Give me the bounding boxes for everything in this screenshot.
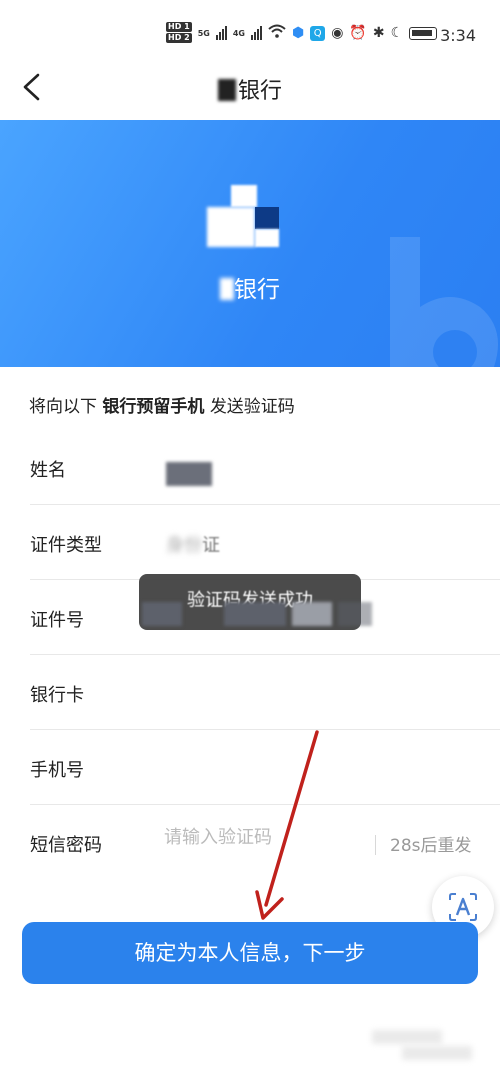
phone-row: 手机号 (30, 730, 500, 805)
id-type-value-text: 证 (202, 535, 220, 556)
wifi-icon (268, 24, 286, 42)
name-row: 姓名 (30, 430, 500, 505)
page-title: 银行 (0, 73, 500, 105)
app-notification-icon: Q (310, 25, 326, 41)
intro-suffix: 发送验证码 (209, 397, 295, 417)
footer-redacted (372, 1026, 472, 1066)
bluetooth-icon: ✱ (372, 25, 385, 41)
id-type-row: 证件类型 身份证 (30, 505, 500, 580)
bank-watermark-icon (390, 237, 498, 367)
confirm-next-button[interactable]: 确定为本人信息，下一步 (22, 922, 478, 984)
nav-bar: 银行 (0, 56, 500, 120)
bank-card-label: 银行卡 (30, 685, 84, 706)
sms-divider (375, 835, 376, 855)
net-4g-label: 4G (232, 28, 245, 38)
bank-card-row: 银行卡 (30, 655, 500, 730)
resend-countdown[interactable]: 28s后重发 (390, 831, 472, 856)
redacted-block (217, 79, 236, 101)
bank-hero-banner: 银行 (0, 120, 500, 367)
id-type-label: 证件类型 (30, 535, 102, 556)
intro-emphasis: 银行预留手机 (102, 397, 205, 417)
hd2-label: HD 2 (166, 33, 192, 43)
name-label: 姓名 (30, 460, 66, 481)
sms-row: 短信密码 28s后重发 (30, 805, 500, 880)
id-type-value: 身份证 (166, 535, 220, 556)
hd1-label: HD 1 (166, 22, 192, 32)
phone-label: 手机号 (30, 760, 84, 781)
signal-icon (215, 26, 227, 40)
identity-form: 姓名 证件类型 身份证 证件号 银行卡 手机号 短信密码 28s后重发 (0, 430, 500, 880)
page-title-text: 银行 (237, 79, 282, 104)
status-icons: HD 1 HD 2 5G 4G ⬢ Q ◉ ⏰ ✱ ☾ (166, 22, 438, 44)
id-number-label: 证件号 (30, 610, 84, 631)
signal-icon-2 (250, 26, 262, 40)
moon-icon: ☾ (390, 25, 404, 41)
intro-prefix: 将向以下 (29, 397, 97, 417)
bank-logo (207, 185, 279, 253)
battery-icon (409, 26, 438, 40)
id-number-value-redacted (142, 602, 372, 628)
text-recognition-icon (449, 893, 477, 921)
sms-code-input[interactable] (164, 827, 364, 848)
net-5g-label: 5G (197, 28, 210, 38)
bank-name-text: 银行 (234, 277, 280, 303)
alarm-icon: ⏰ (349, 25, 367, 41)
clock: 3:34 (440, 26, 476, 45)
eye-icon: ◉ (331, 25, 344, 41)
name-value-redacted (166, 452, 212, 486)
redacted-block (220, 278, 234, 300)
intro-text: 将向以下 银行预留手机 发送验证码 (29, 392, 295, 417)
hd-indicator: HD 1 HD 2 (166, 22, 192, 44)
shield-icon: ⬢ (291, 25, 305, 41)
sms-label: 短信密码 (30, 835, 102, 856)
status-bar: HD 1 HD 2 5G 4G ⬢ Q ◉ ⏰ ✱ ☾ 3:34 (0, 0, 500, 56)
